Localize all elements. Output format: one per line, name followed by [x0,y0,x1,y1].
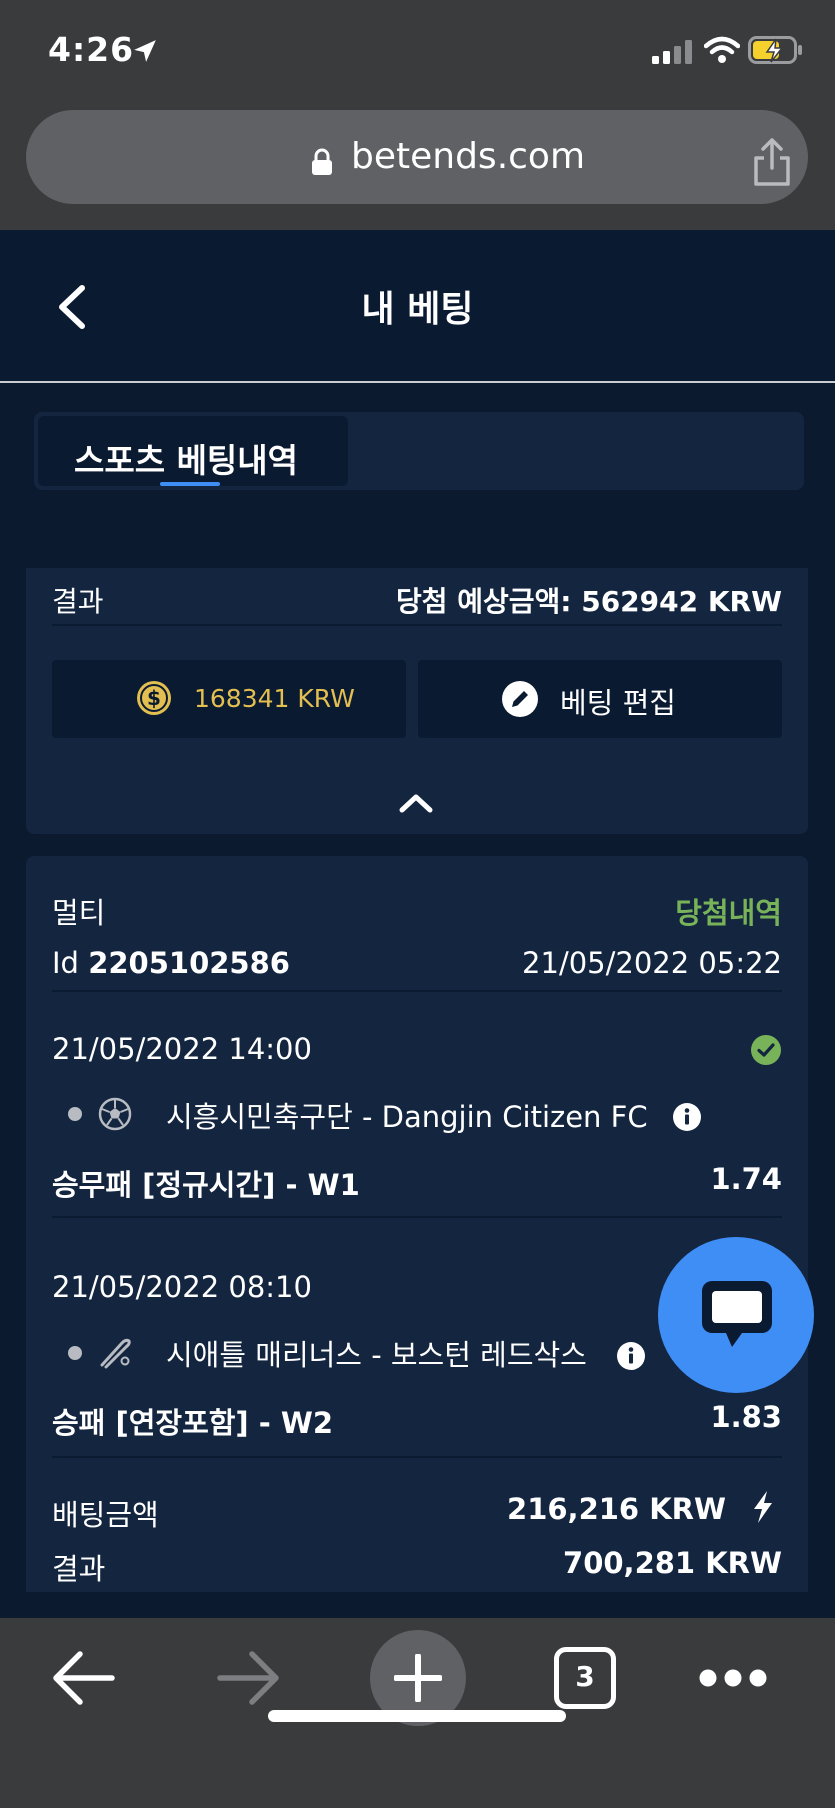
stake-value: 216,216 KRW [507,1492,726,1526]
chat-bubble-icon [702,1281,772,1347]
divider [52,624,782,626]
market-selection: 승패 [연장포함] - W2 [52,1406,334,1440]
event-time: 21/05/2022 08:10 [52,1270,312,1304]
stake-label: 배팅금액 [52,1498,159,1532]
result-label: 결과 [52,585,104,618]
bet-summary-card: 결과 당첨 예상금액: 562942 KRW $ 168341 KRW 베팅 편… [26,568,808,834]
info-icon[interactable] [672,1102,702,1132]
bet-placed-date: 21/05/2022 05:22 [522,946,782,980]
bet-status: 당첨내역 [675,896,782,930]
browser-forward-arrow-icon[interactable] [216,1648,282,1708]
bet-detail-card: 멀티 당첨내역 Id 2205102586 21/05/2022 05:22 2… [26,856,808,1592]
edit-bet-label: 베팅 편집 [560,686,676,720]
info-icon[interactable] [616,1341,646,1371]
divider [52,1456,782,1458]
app-header: 내 베팅 [0,230,835,383]
tab-label: 스포츠 베팅내역 [74,441,299,480]
pencil-icon [502,681,538,717]
status-bar: 4:26 [0,0,835,100]
status-time: 4:26 [48,30,135,69]
event-bullet [68,1107,82,1121]
address-bar[interactable]: betends.com [26,110,808,204]
open-tabs-count: 3 [575,1660,595,1693]
tab-sports-bet-history[interactable]: 스포츠 베팅내역 [38,416,348,486]
event-bullet [68,1346,82,1360]
tab-switcher-button[interactable]: 3 [554,1647,616,1709]
bet-id: Id 2205102586 [52,946,290,980]
divider [52,990,782,992]
event-odds: 1.83 [710,1400,782,1434]
edit-bet-button[interactable]: 베팅 편집 [418,660,782,738]
event-time: 21/05/2022 14:00 [52,1032,312,1066]
soccer-ball-icon [98,1097,132,1131]
stake-amount-box: $ 168341 KRW [52,660,406,738]
event-name: 시애틀 매리너스 - 보스턴 레드삭스 [166,1338,587,1372]
stake-amount: 168341 KRW [194,684,355,713]
coin-icon: $ [137,681,171,715]
result-label: 결과 [52,1552,106,1586]
check-circle-icon [751,1035,781,1065]
svg-text:$: $ [147,686,161,710]
baseball-bat-icon [100,1338,131,1369]
chevron-up-icon[interactable] [398,792,434,814]
page-title: 내 베팅 [361,289,474,330]
potential-win-amount: 당첨 예상금액: 562942 KRW [395,585,782,618]
more-dots-icon[interactable] [698,1666,768,1690]
location-arrow-icon [134,40,156,62]
lightning-bolt-icon [754,1491,772,1523]
live-chat-button[interactable] [658,1237,814,1393]
bet-id-number: 2205102586 [88,946,290,980]
market-selection: 승무패 [정규시간] - W1 [52,1168,360,1202]
lock-icon [312,148,332,175]
bet-history-tabs: 스포츠 베팅내역 [34,412,804,490]
share-icon[interactable] [750,136,794,188]
battery-charging-icon [748,36,802,64]
bet-id-prefix: Id [52,946,79,980]
divider [52,1216,782,1218]
cellular-signal-icon [652,40,692,64]
event-name: 시흥시민축구단 - Dangjin Citizen FC [166,1100,648,1134]
event-odds: 1.74 [710,1162,782,1196]
url-text[interactable]: betends.com [351,136,585,177]
browser-address-area: betends.com [0,100,835,230]
plus-icon [394,1654,442,1702]
home-indicator [268,1710,566,1722]
wifi-icon [704,36,740,63]
bet-type: 멀티 [52,896,106,930]
active-tab-indicator [160,482,220,486]
browser-back-arrow-icon[interactable] [50,1648,116,1708]
result-value: 700,281 KRW [563,1546,782,1580]
